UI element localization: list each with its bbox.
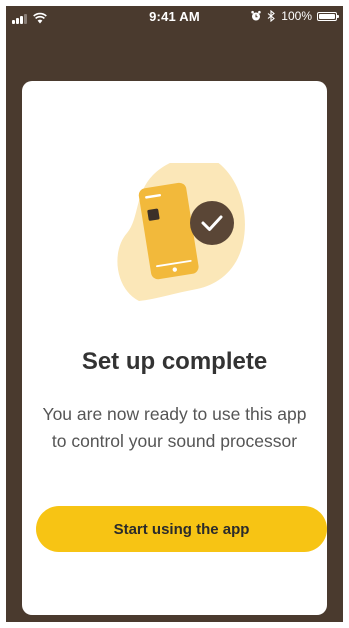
- start-using-app-button[interactable]: Start using the app: [36, 506, 327, 552]
- battery-percentage: 100%: [281, 9, 312, 23]
- status-bar: 9:41 AM 100%: [6, 6, 343, 28]
- phone-with-checkmark-illustration: [117, 163, 245, 301]
- setup-message: You are now ready to use this app to con…: [42, 404, 307, 451]
- checkmark-badge-icon: [190, 201, 234, 245]
- app-screen: 9:41 AM 100% Set up complete You are now…: [6, 6, 343, 622]
- status-right: 100%: [251, 9, 339, 23]
- battery-fill: [319, 13, 335, 19]
- alarm-icon: [251, 10, 261, 21]
- bluetooth-icon: [267, 10, 276, 22]
- battery-icon: [317, 11, 339, 21]
- setup-complete-card: Set up complete You are now ready to use…: [22, 81, 327, 615]
- page-title: Set up complete: [81, 348, 268, 375]
